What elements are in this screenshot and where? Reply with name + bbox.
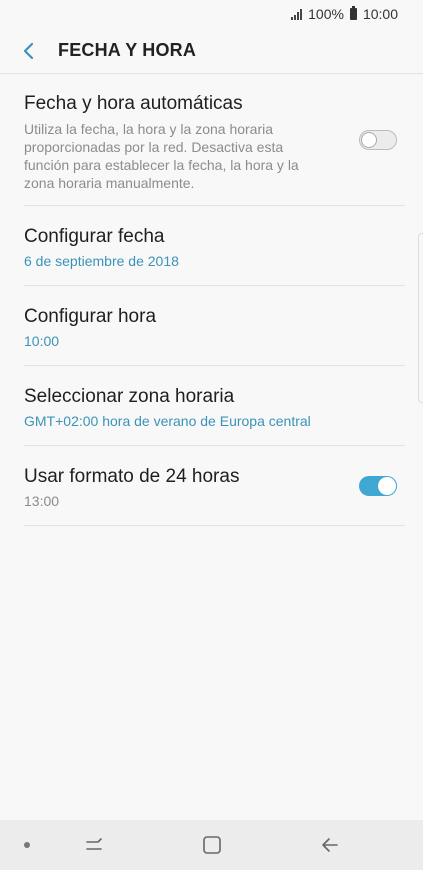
setting-description: Utiliza la fecha, la hora y la zona hora…	[24, 121, 299, 191]
back-button[interactable]	[4, 28, 54, 73]
status-bar: 100% 10:00	[0, 0, 423, 28]
setting-title: Configurar fecha	[24, 226, 165, 247]
toggle-knob	[361, 131, 377, 148]
screen: 100% 10:00 FECHA Y HORA Fecha y hora aut…	[0, 0, 423, 870]
setting-set-date[interactable]: Configurar fecha 6 de septiembre de 2018	[24, 206, 405, 286]
navigation-bar	[0, 820, 423, 870]
home-button[interactable]	[197, 832, 227, 858]
setting-set-time[interactable]: Configurar hora 10:00	[24, 286, 405, 366]
page-title: FECHA Y HORA	[58, 40, 197, 60]
back-arrow-icon	[322, 838, 338, 852]
nav-dot-icon[interactable]	[24, 842, 30, 848]
home-icon	[203, 836, 221, 854]
edge-panel-handle[interactable]	[418, 233, 423, 403]
battery-percentage: 100%	[308, 6, 344, 22]
app-bar: FECHA Y HORA	[0, 28, 423, 73]
24-hour-format-toggle[interactable]	[359, 476, 397, 496]
status-time: 10:00	[362, 6, 398, 22]
back-nav-button[interactable]	[315, 832, 345, 858]
setting-value: 13:00	[24, 493, 60, 509]
setting-24-hour-format[interactable]: Usar formato de 24 horas 13:00	[24, 446, 405, 526]
setting-title: Usar formato de 24 horas	[24, 466, 240, 487]
setting-title: Seleccionar zona horaria	[24, 386, 235, 407]
setting-time-zone[interactable]: Seleccionar zona horaria GMT+02:00 hora …	[24, 366, 405, 446]
setting-value: GMT+02:00 hora de verano de Europa centr…	[24, 413, 311, 429]
auto-date-time-toggle[interactable]	[359, 130, 397, 150]
setting-title: Configurar hora	[24, 306, 157, 327]
setting-auto-date-time[interactable]: Fecha y hora automáticas Utiliza la fech…	[24, 74, 405, 206]
recent-apps-button[interactable]	[79, 832, 109, 858]
recent-apps-icon	[86, 838, 102, 850]
setting-value: 10:00	[24, 333, 60, 349]
toggle-knob	[378, 477, 396, 495]
signal-icon	[291, 8, 303, 20]
settings-list: Fecha y hora automáticas Utiliza la fech…	[0, 74, 423, 526]
back-chevron-icon	[23, 42, 34, 59]
setting-title: Fecha y hora automáticas	[24, 93, 243, 114]
setting-value: 6 de septiembre de 2018	[24, 253, 179, 269]
battery-icon	[349, 6, 357, 20]
